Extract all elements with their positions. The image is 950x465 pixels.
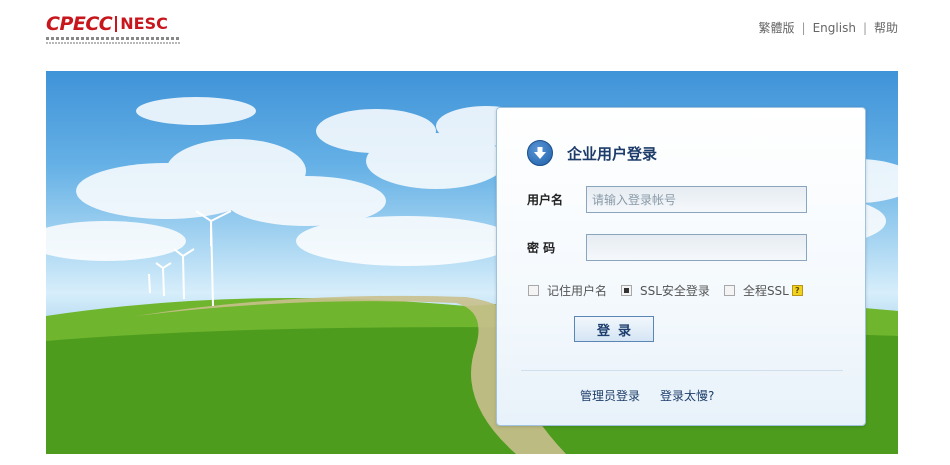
logo-divider [115, 16, 118, 32]
question-help-icon[interactable]: ? [791, 285, 803, 296]
logo-subtitle-graphic [46, 37, 180, 40]
company-logo: CPECC NESC [46, 14, 186, 44]
login-options: 记住用户名 SSL安全登录 全程SSL ? [528, 282, 817, 299]
login-button[interactable]: 登录 [574, 316, 654, 342]
link-help[interactable]: 帮助 [874, 19, 898, 36]
full-ssl-checkbox[interactable] [723, 285, 735, 296]
login-panel: 企业用户登录 用户名 密 码 记住用户名 SSL安全登录 全程SSL ? [496, 107, 866, 426]
username-input[interactable] [586, 186, 807, 213]
remember-username-option[interactable]: 记住用户名 [528, 282, 607, 299]
arrow-down-circle-icon [527, 140, 553, 166]
login-slow-link[interactable]: 登录太慢? [660, 387, 714, 404]
full-ssl-option[interactable]: 全程SSL ? [723, 282, 803, 299]
login-panel-header: 企业用户登录 [527, 140, 657, 166]
login-title: 企业用户登录 [567, 144, 658, 163]
login-page: CPECC NESC 繁體版 | English | 帮助 企业用户登录 用户名… [0, 0, 950, 465]
top-links: 繁體版 | English | 帮助 [759, 19, 898, 36]
remember-username-checkbox[interactable] [528, 285, 539, 296]
link-traditional-chinese[interactable]: 繁體版 [759, 19, 795, 36]
ssl-login-label: SSL安全登录 [640, 284, 710, 298]
password-row: 密 码 [527, 234, 807, 261]
password-label: 密 码 [527, 241, 556, 255]
remember-username-label: 记住用户名 [547, 284, 608, 298]
link-separator: | [801, 20, 806, 35]
ssl-login-checkbox[interactable] [621, 285, 633, 296]
ssl-login-option[interactable]: SSL安全登录 [621, 282, 710, 299]
logo-text-cpecc: CPECC [46, 13, 113, 35]
full-ssl-label: 全程SSL [742, 284, 789, 298]
panel-divider [521, 370, 843, 371]
link-separator: | [862, 20, 867, 35]
logo-mark: CPECC NESC [46, 14, 186, 34]
password-input[interactable] [586, 234, 807, 261]
link-english[interactable]: English [813, 21, 856, 35]
panel-footer-links: 管理员登录 登录太慢? [580, 387, 734, 404]
logo-subtitle-graphic-2 [46, 42, 180, 44]
logo-text-nesc: NESC [120, 14, 168, 33]
username-row: 用户名 [527, 186, 807, 213]
username-label: 用户名 [527, 193, 564, 207]
admin-login-link[interactable]: 管理员登录 [580, 387, 640, 404]
